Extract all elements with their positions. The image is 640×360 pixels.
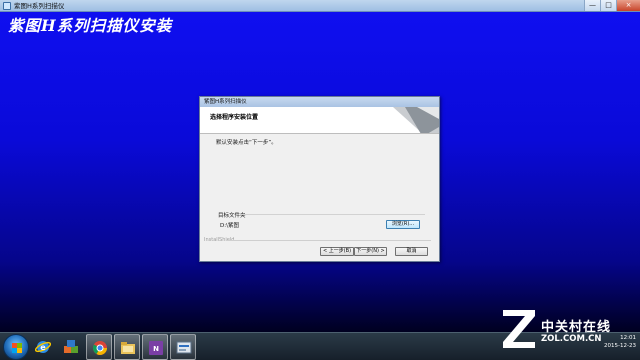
zol-watermark: 中关村在线 ZOL.COM.CN — [499, 304, 639, 356]
setup-dialog: 紫图H系列扫描仪 选择程序安装位置 默认安装点击“下一步”。 目标文件夹 D:\… — [199, 96, 440, 262]
taskbar-item-explorer[interactable] — [114, 334, 140, 360]
watermark-domain: ZOL.COM.CN — [541, 334, 602, 344]
start-button[interactable] — [3, 334, 29, 360]
chrome-icon — [92, 341, 107, 355]
svg-text:N: N — [153, 345, 159, 353]
installer-heading: 紫图H系列扫描仪安装 — [8, 16, 173, 35]
close-button[interactable]: × — [616, 0, 640, 11]
dialog-title: 紫图H系列扫描仪 — [204, 99, 247, 105]
taskbar-item-onenote[interactable]: N — [142, 334, 168, 360]
onenote-icon: N — [149, 341, 163, 355]
dialog-header: 选择程序安装位置 — [200, 107, 439, 134]
cancel-button[interactable]: 取消 — [395, 247, 428, 256]
maximize-button[interactable]: □ — [600, 0, 616, 11]
scanner-installer-icon — [176, 341, 192, 354]
programs-icon — [64, 340, 78, 353]
window-title-bar[interactable]: 紫图H系列扫描仪 — □ × — [0, 0, 640, 12]
ie-icon: e — [35, 341, 51, 353]
back-button[interactable]: < 上一步(B) — [320, 247, 354, 256]
next-button[interactable]: 下一步(N) > — [354, 247, 387, 256]
destination-path: D:\紫图 — [220, 223, 239, 229]
svg-text:e: e — [40, 343, 46, 352]
minimize-button[interactable]: — — [584, 0, 600, 11]
dialog-header-title: 选择程序安装位置 — [210, 114, 259, 121]
instruction-text: 默认安装点击“下一步”。 — [216, 140, 277, 146]
group-divider — [240, 214, 425, 215]
taskbar-item-programs[interactable] — [58, 334, 84, 360]
installer-banner-graphic — [393, 107, 439, 133]
browse-button[interactable]: 浏览(R)... — [386, 220, 420, 229]
destination-folder-label: 目标文件夹 — [218, 213, 246, 219]
taskbar-item-chrome[interactable] — [86, 334, 112, 360]
windows-logo-icon — [12, 343, 22, 353]
zol-logo-icon — [503, 310, 535, 348]
window-controls: — □ × — [584, 0, 640, 12]
taskbar-item-installer[interactable] — [170, 334, 196, 360]
folder-icon — [121, 342, 135, 354]
app-icon — [3, 2, 11, 10]
window-title: 紫图H系列扫描仪 — [14, 2, 65, 10]
footer-divider — [226, 240, 431, 241]
dialog-title-bar[interactable]: 紫图H系列扫描仪 — [200, 97, 439, 107]
taskbar-item-ie[interactable]: e — [30, 334, 56, 360]
watermark-name: 中关村在线 — [541, 320, 612, 335]
